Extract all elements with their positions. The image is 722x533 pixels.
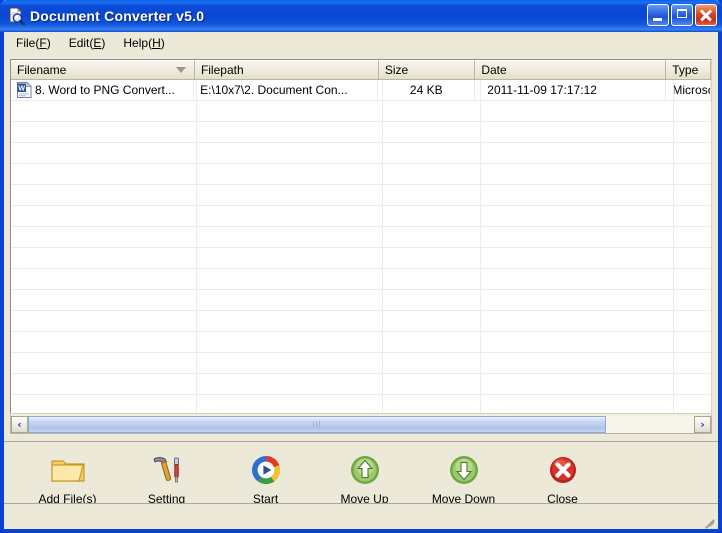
column-header-size[interactable]: Size: [378, 60, 476, 79]
column-divider: [673, 80, 674, 413]
list-header-row: Filename Filepath Size Date Type: [11, 60, 711, 80]
cell-filepath: E:\10x7\2. Document Con...: [194, 80, 379, 100]
table-row-empty[interactable]: [11, 206, 711, 227]
table-row-empty[interactable]: [11, 374, 711, 395]
svg-text:W: W: [18, 85, 25, 92]
file-list-view[interactable]: Filename Filepath Size Date Type W 8. Wo…: [10, 59, 712, 414]
table-row-empty[interactable]: [11, 185, 711, 206]
start-button[interactable]: Start: [216, 452, 315, 506]
word-document-icon: W: [17, 81, 32, 98]
menu-label-help: Help: [123, 36, 149, 50]
cell-date-text: 2011-11-09 17:17:12: [487, 83, 597, 97]
table-row-empty[interactable]: [11, 143, 711, 164]
column-header-filepath-label: Filepath: [200, 63, 244, 77]
table-row-empty[interactable]: [11, 290, 711, 311]
document-search-icon: [7, 7, 25, 26]
cell-filepath-text: E:\10x7\2. Document Con...: [200, 83, 348, 97]
column-header-date-label: Date: [481, 63, 507, 77]
column-divider: [196, 80, 197, 413]
column-header-type-label: Type: [672, 63, 699, 77]
maximize-button[interactable]: [671, 4, 693, 26]
table-row-empty[interactable]: [11, 122, 711, 143]
application-window: Document Converter v5.0 File(F) Edit(E) …: [0, 0, 722, 533]
menu-bar: File(F) Edit(E) Help(H): [4, 32, 718, 54]
add-files-button[interactable]: Add File(s): [18, 452, 117, 506]
status-bar: [4, 503, 718, 529]
client-area: File(F) Edit(E) Help(H) Filename Filepat…: [4, 32, 718, 529]
folder-icon: [18, 452, 117, 488]
cell-size: 24 KB: [378, 80, 476, 100]
table-row-empty[interactable]: [11, 227, 711, 248]
move-down-button[interactable]: Move Down: [414, 452, 513, 506]
column-divider: [480, 80, 481, 413]
table-row[interactable]: W 8. Word to PNG Convert... E:\10x7\2. D…: [11, 80, 711, 101]
minimize-button[interactable]: [647, 4, 669, 26]
title-bar[interactable]: Document Converter v5.0: [0, 0, 722, 32]
horizontal-scrollbar[interactable]: ‹ ›: [10, 415, 712, 434]
menu-item-help[interactable]: Help(H): [117, 34, 172, 52]
close-window-button[interactable]: [695, 4, 717, 26]
hammer-screwdriver-icon: [117, 452, 216, 488]
table-row-empty[interactable]: [11, 164, 711, 185]
cell-filename-text: 8. Word to PNG Convert...: [35, 83, 175, 97]
column-divider: [382, 80, 383, 413]
setting-button[interactable]: Setting: [117, 452, 216, 506]
cell-filename: W 8. Word to PNG Convert...: [11, 80, 195, 100]
column-header-filename-label: Filename: [17, 63, 67, 77]
table-row-empty[interactable]: [11, 269, 711, 290]
toolbar: Add File(s) Setting Start Move Up Move D…: [4, 441, 718, 506]
arrow-down-circle-icon: [414, 452, 513, 488]
menu-mnemonic-edit: E: [93, 36, 102, 50]
column-header-size-label: Size: [384, 63, 409, 77]
cell-date: 2011-11-09 17:17:12: [475, 80, 667, 100]
scroll-left-button[interactable]: ‹: [11, 415, 28, 433]
table-row-empty[interactable]: [11, 248, 711, 269]
play-circle-icon: [216, 452, 315, 488]
column-header-filepath[interactable]: Filepath: [194, 60, 379, 79]
table-row-empty[interactable]: [11, 353, 711, 374]
menu-item-file[interactable]: File(F): [10, 34, 59, 52]
scrollbar-thumb[interactable]: [28, 415, 606, 433]
close-button[interactable]: Close: [513, 452, 612, 506]
scroll-grip-icon: [312, 420, 322, 428]
sort-descending-icon: [175, 67, 186, 73]
window-controls: [647, 4, 717, 26]
scroll-right-button[interactable]: ›: [694, 415, 711, 433]
x-circle-icon: [513, 452, 612, 488]
chevron-right-icon: ›: [700, 417, 705, 431]
column-header-type[interactable]: Type: [666, 60, 711, 79]
column-header-filename[interactable]: Filename: [11, 60, 195, 79]
menu-mnemonic-file: F: [39, 36, 47, 50]
table-row-empty[interactable]: [11, 101, 711, 122]
column-header-date[interactable]: Date: [475, 60, 667, 79]
resize-grip-icon[interactable]: [702, 513, 716, 529]
empty-rows-container: [11, 101, 711, 395]
table-row-empty[interactable]: [11, 311, 711, 332]
cell-type-text: Microso: [672, 83, 711, 97]
cell-size-text: 24 KB: [409, 83, 443, 97]
table-row-empty[interactable]: [11, 332, 711, 353]
menu-label-edit: Edit: [68, 36, 90, 50]
menu-mnemonic-help: H: [152, 36, 161, 50]
arrow-up-circle-icon: [315, 452, 414, 488]
scrollbar-track[interactable]: [28, 415, 694, 433]
list-body: W 8. Word to PNG Convert... E:\10x7\2. D…: [11, 80, 711, 413]
menu-item-edit[interactable]: Edit(E): [63, 34, 114, 52]
menu-label-file: File: [16, 36, 36, 50]
move-up-button[interactable]: Move Up: [315, 452, 414, 506]
window-title: Document Converter v5.0: [30, 8, 205, 24]
chevron-left-icon: ‹: [17, 417, 22, 431]
